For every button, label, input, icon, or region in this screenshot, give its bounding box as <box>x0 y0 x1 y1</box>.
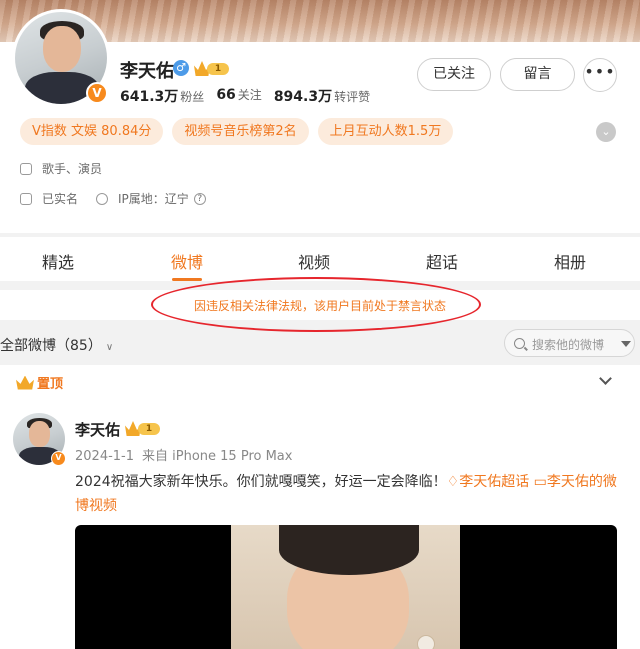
profile-name: 李天佑 <box>120 61 174 82</box>
crown-icon <box>16 375 34 390</box>
supertopic-icon: ♢ <box>446 474 460 490</box>
profile-tabs: 精选 微博 视频 超话 相册 <box>0 237 640 281</box>
member-crown-icon[interactable]: 1 <box>125 421 163 436</box>
stat-fans[interactable]: 641.3万 粉丝 <box>120 86 204 106</box>
expand-chevron-icon[interactable]: ⌄ <box>596 122 616 142</box>
followed-button[interactable]: 已关注 <box>417 58 491 91</box>
profile-stats: 641.3万 粉丝 66 关注 894.3万 转评赞 <box>120 86 370 106</box>
feed-header: 全部微博（85） ∨ 搜索他的微博 <box>0 329 640 359</box>
tab-weibo[interactable]: 微博 <box>171 249 203 273</box>
tab-supertopic[interactable]: 超话 <box>426 249 458 273</box>
tab-videos[interactable]: 视频 <box>298 249 330 273</box>
profile-tags: V指数 文娱 80.84分 视频号音乐榜第2名 上月互动人数1.5万 <box>20 118 454 145</box>
tag-music-rank[interactable]: 视频号音乐榜第2名 <box>172 118 309 145</box>
pinned-label: 置顶 <box>16 373 63 392</box>
active-tab-indicator <box>172 278 202 281</box>
ip-location-icon <box>96 192 109 205</box>
supertopic-link[interactable]: ♢李天佑超话 <box>447 474 530 490</box>
id-card-icon <box>20 192 32 205</box>
identity-row: 已实名 IP属地：辽宁 ? <box>20 190 206 207</box>
post-menu-chevron-icon[interactable] <box>599 372 612 385</box>
pinned-post: 置顶 V 李天佑 1 2024-1-1 来自 iPhone 15 Pro Max … <box>0 365 640 649</box>
male-icon: ♂ <box>173 60 189 76</box>
dropdown-caret-icon[interactable] <box>621 341 631 347</box>
stat-engagement: 894.3万 转评赞 <box>273 89 371 105</box>
more-options-button[interactable]: ••• <box>583 58 617 92</box>
stat-following[interactable]: 66 关注 <box>216 86 262 106</box>
profile-card: V 李天佑 ♂ 1 641.3万 粉丝 66 关注 894.3万 转评赞 已关注 留言… <box>0 0 640 233</box>
verified-icon: V <box>86 82 108 104</box>
post-video[interactable] <box>75 525 617 649</box>
post-meta: 2024-1-1 来自 iPhone 15 Pro Max <box>75 445 292 464</box>
video-thumbnail <box>231 525 460 649</box>
ban-notice: 因违反相关法律法规，该用户目前处于禁言状态 <box>0 277 640 332</box>
member-level: 1 <box>207 63 229 75</box>
message-button[interactable]: 留言 <box>500 58 575 91</box>
tag-interaction[interactable]: 上月互动人数1.5万 <box>317 118 454 145</box>
tab-album[interactable]: 相册 <box>554 249 586 273</box>
search-input[interactable]: 搜索他的微博 <box>504 329 635 357</box>
feed-filter[interactable]: 全部微博（85） ∨ <box>0 335 113 355</box>
search-icon <box>514 338 525 349</box>
help-icon[interactable]: ? <box>193 192 206 205</box>
tag-v-index[interactable]: V指数 文娱 80.84分 <box>20 118 164 145</box>
chevron-down-icon: ∨ <box>105 342 114 353</box>
red-highlight-circle <box>151 277 481 332</box>
member-crown-icon[interactable]: 1 <box>194 61 232 76</box>
post-date[interactable]: 2024-1-1 <box>75 449 134 464</box>
occupation-row: 歌手、演员 <box>20 160 102 177</box>
verified-icon: V <box>51 451 66 466</box>
tab-featured[interactable]: 精选 <box>42 249 74 273</box>
shield-icon <box>20 162 32 175</box>
post-author-name[interactable]: 李天佑 <box>75 419 120 440</box>
post-text: 2024祝福大家新年快乐。你们就嘎嘎笑，好运一定会降临！♢李天佑超话 ▭李天佑的… <box>75 474 617 514</box>
video-icon: ▭ <box>533 474 547 490</box>
post-source: 来自 iPhone 15 Pro Max <box>142 449 293 464</box>
